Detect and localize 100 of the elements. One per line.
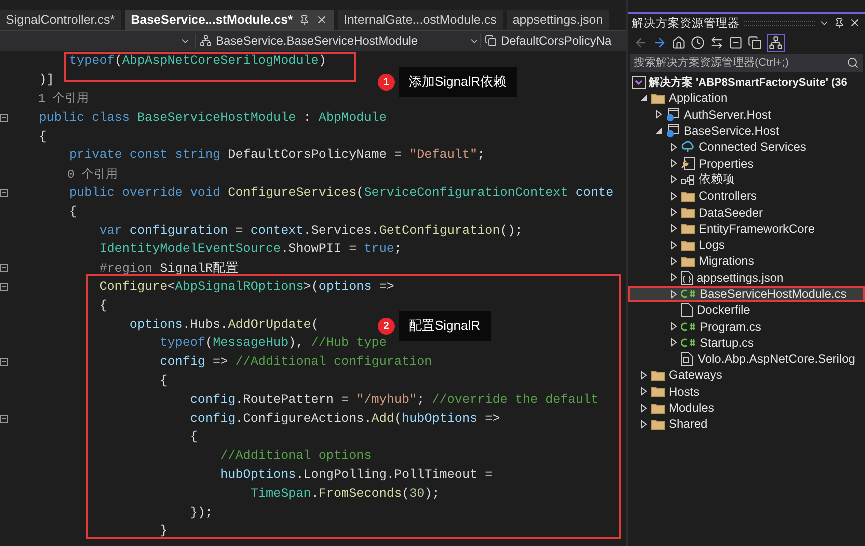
expand-arrow-icon[interactable]: [670, 290, 678, 298]
tree-item[interactable]: Shared: [628, 416, 865, 433]
editor-tab[interactable]: BaseService...stModule.cs*: [125, 10, 334, 30]
expand-arrow-icon[interactable]: [670, 240, 678, 250]
tree-item[interactable]: Application: [628, 90, 865, 107]
folder-icon: [681, 240, 695, 251]
tree-item[interactable]: Program.cs: [628, 318, 865, 335]
tree-item[interactable]: Volo.Abp.AspNetCore.Serilog: [628, 351, 865, 368]
search-icon[interactable]: [847, 57, 859, 69]
editor-tab[interactable]: appsettings.json: [506, 10, 610, 30]
code-line: config.ConfigureActions.Add(hubOptions =>: [189, 412, 500, 426]
type-dropdown[interactable]: BaseService.BaseServiceHostModule: [195, 34, 480, 48]
expand-arrow-icon[interactable]: [654, 110, 662, 120]
folder-icon: [681, 207, 695, 218]
collapse-arrow-icon[interactable]: [640, 94, 648, 103]
tree-item[interactable]: EntityFrameworkCore: [628, 220, 865, 237]
close-icon[interactable]: [849, 17, 861, 29]
code-line: typeof(AbpAspNetCoreSerilogModule): [68, 54, 326, 68]
fold-icon[interactable]: [0, 414, 8, 423]
folder-icon: [681, 190, 695, 202]
home-icon[interactable]: [672, 36, 686, 50]
reference-icon: [681, 352, 694, 366]
code-line: IdentityModelEventSource.ShowPII = true;: [98, 242, 402, 256]
copy-icon[interactable]: [748, 36, 762, 50]
code-line: {: [159, 374, 168, 388]
solution-item[interactable]: 解决方案 'ABP8SmartFactorySuite' (36: [628, 74, 865, 90]
clock-icon[interactable]: [691, 36, 705, 50]
expand-arrow-icon[interactable]: [640, 370, 648, 380]
forward-icon[interactable]: [653, 36, 667, 50]
tree-item[interactable]: Startup.cs: [628, 334, 865, 352]
expand-arrow-icon[interactable]: [670, 159, 678, 168]
tree-item[interactable]: DataSeeder: [628, 204, 865, 221]
close-icon[interactable]: [316, 14, 328, 26]
expand-arrow-icon[interactable]: [670, 322, 678, 332]
csharp-file-icon: [681, 338, 696, 348]
tree-item[interactable]: Gateways: [628, 367, 865, 384]
code-line: {: [38, 130, 47, 144]
wrench-icon: [681, 157, 695, 170]
code-line: typeof(MessageHub), //Hub type: [159, 336, 387, 350]
expand-arrow-icon[interactable]: [670, 273, 678, 282]
tree-item[interactable]: Dockerfile: [628, 302, 865, 318]
tree-item[interactable]: Hosts: [628, 384, 865, 400]
expand-arrow-icon[interactable]: [640, 387, 648, 396]
folder-icon: [681, 256, 695, 267]
expand-arrow-icon[interactable]: [670, 142, 678, 152]
fold-icon[interactable]: [0, 282, 8, 291]
code-line: }: [159, 524, 168, 538]
csharp-file-icon: [681, 289, 696, 299]
back-icon[interactable]: [634, 36, 648, 50]
fold-icon[interactable]: [0, 188, 8, 197]
code-line: Configure<AbpSignalROptions>(options =>: [98, 280, 394, 294]
dependencies-icon: [681, 174, 695, 185]
tree-item[interactable]: Controllers: [628, 188, 865, 204]
expand-arrow-icon[interactable]: [640, 420, 648, 429]
tree-item[interactable]: Migrations: [628, 253, 865, 270]
tree-item[interactable]: Modules: [628, 400, 865, 416]
code-line: //Additional options: [220, 449, 372, 464]
tree-item[interactable]: Connected Services: [628, 139, 865, 156]
tree-item[interactable]: Properties: [628, 155, 865, 172]
editor-tab[interactable]: SignalController.cs*: [0, 10, 122, 30]
solution-icon: [632, 76, 646, 89]
expand-arrow-icon[interactable]: [670, 256, 678, 266]
tree-item[interactable]: appsettings.json: [628, 270, 865, 286]
code-line: config => //Additional configuration: [159, 355, 432, 370]
csharp-file-icon: [681, 322, 696, 332]
code-line: var configuration = context.Services.GetConfiguration();: [98, 224, 523, 238]
toolbar-toggle-button[interactable]: [767, 34, 785, 52]
collapse-all-icon[interactable]: [729, 36, 743, 50]
project-icon: [666, 124, 680, 138]
fold-icon[interactable]: [0, 264, 8, 272]
tree-item[interactable]: Logs: [628, 236, 865, 254]
expand-arrow-icon[interactable]: [670, 175, 678, 184]
reference-count[interactable]: 1 个引用: [9, 90, 89, 108]
reference-count[interactable]: 0 个引用: [9, 166, 118, 183]
code-line: public class BaseServiceHostModule : AbpModule: [38, 110, 387, 125]
pin-icon[interactable]: [834, 18, 845, 28]
editor-tab[interactable]: InternalGate...ostModule.cs: [338, 10, 503, 30]
expand-arrow-icon[interactable]: [670, 224, 678, 234]
fold-icon[interactable]: [0, 114, 8, 122]
step-number: 2: [378, 318, 395, 335]
tree-item[interactable]: 依赖项: [628, 172, 865, 188]
fold-icon[interactable]: [0, 358, 8, 366]
expand-arrow-icon[interactable]: [670, 208, 678, 218]
code-line: )]: [38, 73, 54, 88]
expand-arrow-icon[interactable]: [640, 404, 648, 413]
code-line: {: [98, 298, 108, 313]
tree-item[interactable]: AuthServer.Host: [628, 106, 865, 123]
project-icon: [666, 108, 680, 122]
folder-icon: [651, 370, 665, 381]
code-line: private const string DefaultCorsPolicyName = "Default";: [68, 148, 486, 162]
code-line: {: [189, 430, 198, 444]
tree-item[interactable]: BaseServiceHostModule.cs: [628, 286, 865, 302]
expand-arrow-icon[interactable]: [670, 338, 678, 348]
folder-icon: [651, 92, 665, 104]
cloud-icon: [681, 141, 695, 154]
pin-icon[interactable]: [298, 14, 310, 26]
tree-item[interactable]: BaseService.Host: [628, 122, 865, 140]
collapse-arrow-icon[interactable]: [654, 126, 662, 136]
expand-arrow-icon[interactable]: [670, 192, 678, 201]
sync-icon[interactable]: [710, 36, 724, 50]
